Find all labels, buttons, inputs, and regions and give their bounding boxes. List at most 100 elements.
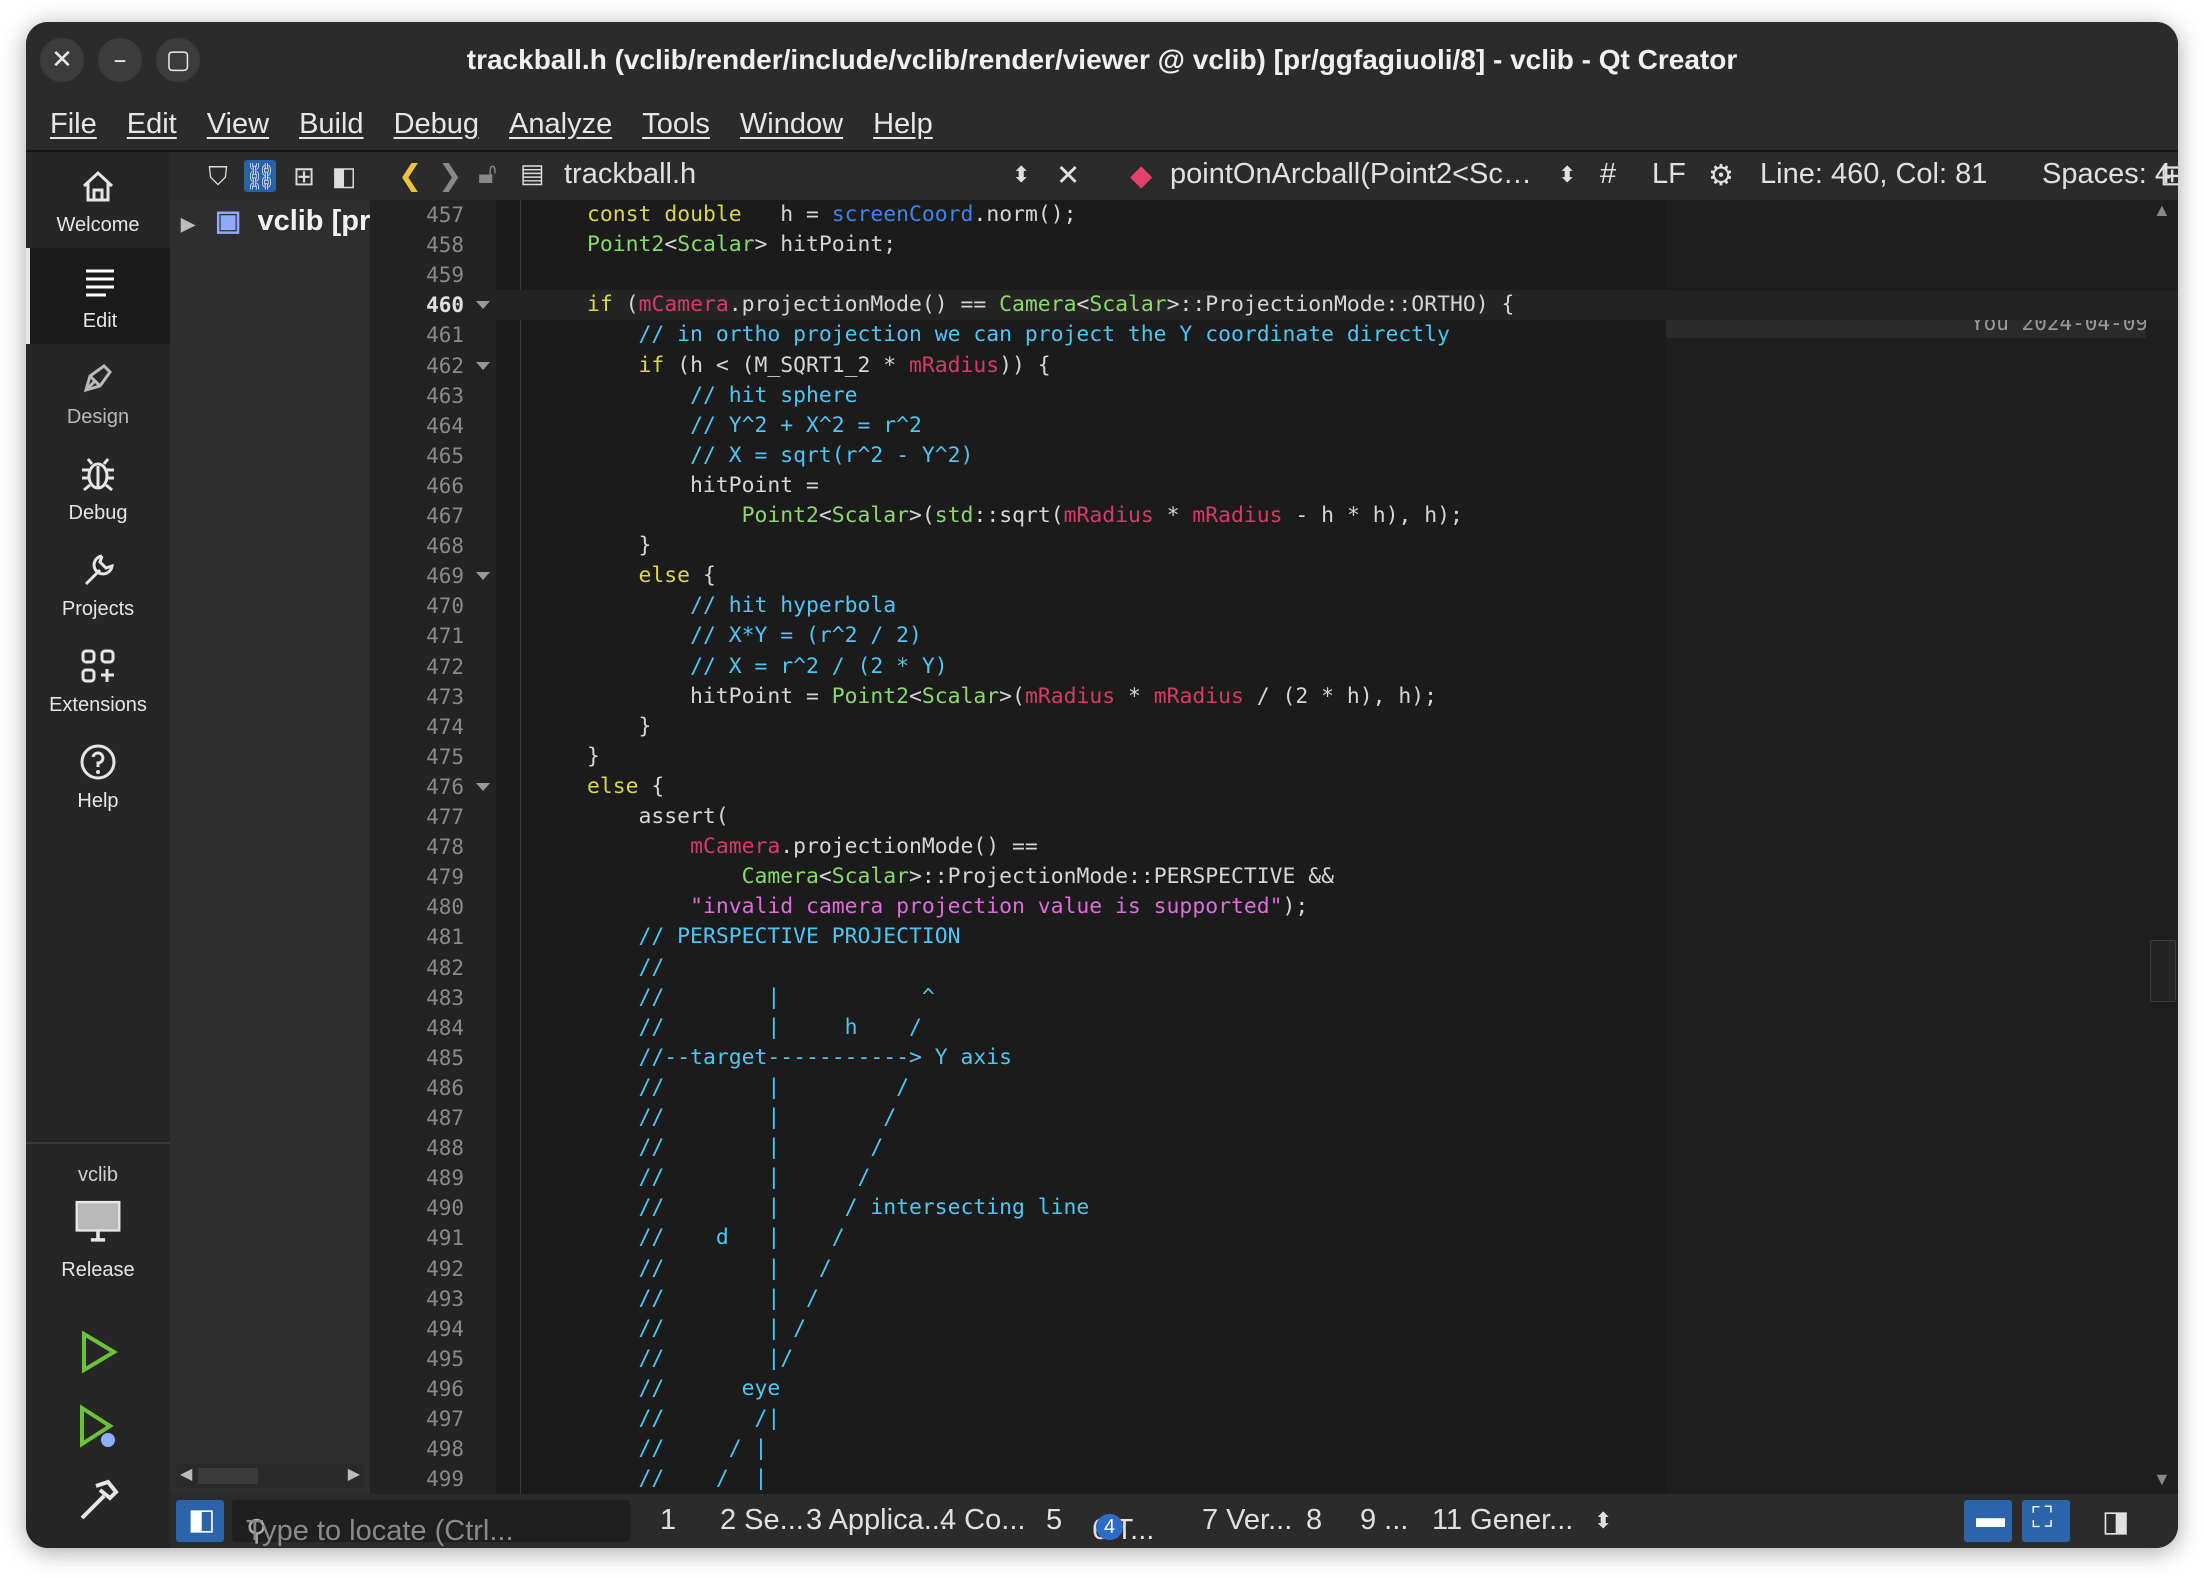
toggle-progress-button[interactable]: ⛶ — [2022, 1500, 2070, 1542]
line-number[interactable]: 494 — [370, 1314, 464, 1344]
line-number[interactable]: 476 — [370, 772, 464, 802]
run-icon[interactable] — [72, 1326, 124, 1378]
mode-edit[interactable]: Edit — [26, 248, 170, 344]
code-line[interactable]: mCamera.projectionMode() == — [484, 832, 1038, 862]
line-number[interactable]: 478 — [370, 832, 464, 862]
code-line[interactable]: } — [484, 712, 652, 742]
debug-run-icon[interactable] — [72, 1402, 124, 1454]
mode-projects[interactable]: Projects — [26, 536, 170, 632]
pane-7[interactable]: 7 Ver... — [1202, 1504, 1292, 1537]
code-line[interactable]: // | / — [484, 1133, 884, 1163]
code-editor[interactable]: const double h = screenCoord.norm(); Poi… — [496, 200, 2178, 1494]
code-line[interactable]: Point2<Scalar>(std::sqrt(mRadius * mRadi… — [484, 501, 1463, 531]
code-line[interactable]: // in ortho projection we can project th… — [484, 320, 1450, 350]
line-number[interactable]: 464 — [370, 411, 464, 441]
line-number[interactable]: 482 — [370, 953, 464, 983]
line-number[interactable]: 479 — [370, 862, 464, 892]
line-number[interactable]: 484 — [370, 1013, 464, 1043]
code-line[interactable]: // | / — [484, 1254, 832, 1284]
pane-8[interactable]: 8 — [1306, 1504, 1322, 1537]
line-number[interactable]: 492 — [370, 1254, 464, 1284]
code-line[interactable]: } — [484, 531, 652, 561]
forward-icon[interactable]: ❯ — [438, 158, 462, 193]
code-line[interactable]: assert( — [484, 802, 729, 832]
code-line[interactable]: Point2<Scalar> hitPoint; — [484, 230, 896, 260]
filter-icon[interactable]: ⛉ — [202, 160, 234, 192]
project-hscrollbar[interactable]: ◀ ▶ — [176, 1464, 364, 1488]
code-line[interactable]: if (h < (M_SQRT1_2 * mRadius)) { — [484, 351, 1051, 381]
pane-3[interactable]: 3 Applica... — [806, 1504, 948, 1537]
line-number[interactable]: 469 — [370, 561, 464, 591]
scroll-down-icon[interactable]: ▼ — [2153, 1469, 2171, 1490]
symbol-selector[interactable]: pointOnArcball(Point2<Sc… — [1170, 158, 1532, 191]
scroll-right-icon[interactable]: ▶ — [348, 1464, 360, 1484]
code-line[interactable]: // X = sqrt(r^2 - Y^2) — [484, 441, 973, 471]
more-panes-chevron-icon[interactable]: ⬍ — [1594, 1508, 1612, 1534]
line-number[interactable]: 496 — [370, 1374, 464, 1404]
code-line[interactable]: // | / — [484, 1073, 909, 1103]
close-sidebar-icon[interactable]: ◧ — [328, 160, 360, 192]
code-line[interactable]: // | h / — [484, 1013, 922, 1043]
file-switch-chevron-icon[interactable]: ⬍ — [1012, 162, 1030, 188]
mode-debug[interactable]: Debug — [26, 440, 170, 536]
line-number[interactable]: 477 — [370, 802, 464, 832]
code-line[interactable]: // hit hyperbola — [484, 591, 896, 621]
code-line[interactable]: // — [484, 953, 665, 983]
code-line[interactable]: // d | / — [484, 1223, 845, 1253]
code-line[interactable]: // Y^2 + X^2 = r^2 — [484, 411, 922, 441]
code-line[interactable]: // X*Y = (r^2 / 2) — [484, 621, 922, 651]
menu-build[interactable]: Build — [299, 108, 364, 141]
toggle-sidebar-button[interactable]: ◧ — [176, 1500, 224, 1542]
line-number[interactable]: 486 — [370, 1073, 464, 1103]
pane-5[interactable]: 5 — [1046, 1504, 1062, 1537]
code-line[interactable]: // / | — [484, 1434, 768, 1464]
line-number[interactable]: 475 — [370, 742, 464, 772]
code-line[interactable]: // |/ — [484, 1344, 794, 1374]
code-line[interactable]: Camera<Scalar>::ProjectionMode::PERSPECT… — [484, 862, 1334, 892]
line-number[interactable]: 493 — [370, 1284, 464, 1314]
code-line[interactable]: else { — [484, 772, 664, 802]
right-sidebar-icon[interactable]: ◨ — [2102, 1504, 2129, 1539]
pane-1[interactable]: 1 — [660, 1504, 676, 1537]
mode-design[interactable]: Design — [26, 344, 170, 440]
code-line[interactable]: if (mCamera.projectionMode() == Camera<S… — [484, 290, 1514, 320]
menu-file[interactable]: File — [50, 108, 97, 141]
line-number[interactable]: 467 — [370, 501, 464, 531]
code-line[interactable]: // | ^ — [484, 983, 935, 1013]
code-line[interactable]: // | / — [484, 1103, 897, 1133]
code-line[interactable]: // hit sphere — [484, 381, 857, 411]
line-number[interactable]: 468 — [370, 531, 464, 561]
pane-9[interactable]: 9 ... — [1360, 1504, 1408, 1537]
pane-11[interactable]: 11 Gener... — [1432, 1504, 1573, 1537]
line-number[interactable]: 491 — [370, 1223, 464, 1253]
sync-link-icon[interactable]: ⛓ — [244, 160, 277, 192]
close-document-icon[interactable]: ✕ — [1056, 158, 1080, 193]
line-number[interactable]: 485 — [370, 1043, 464, 1073]
menu-debug[interactable]: Debug — [394, 108, 479, 141]
line-number[interactable]: 480 — [370, 892, 464, 922]
project-hscroll-thumb[interactable] — [198, 1468, 258, 1484]
line-number[interactable]: 499 — [370, 1464, 464, 1494]
line-number[interactable]: 462 — [370, 351, 464, 381]
line-number[interactable]: 457 — [370, 200, 464, 230]
code-line[interactable]: } — [484, 742, 600, 772]
code-line[interactable]: // | / — [484, 1314, 806, 1344]
build-hammer-icon[interactable] — [72, 1474, 124, 1526]
hash-indicator[interactable]: # — [1600, 158, 1616, 191]
code-line[interactable]: // eye — [484, 1374, 781, 1404]
code-line[interactable]: "invalid camera projection value is supp… — [484, 892, 1308, 922]
back-icon[interactable]: ❮ — [398, 158, 422, 193]
line-number[interactable]: 489 — [370, 1163, 464, 1193]
line-number[interactable]: 490 — [370, 1193, 464, 1223]
line-number[interactable]: 461 — [370, 320, 464, 350]
line-number[interactable]: 481 — [370, 922, 464, 952]
symbol-switch-chevron-icon[interactable]: ⬍ — [1558, 162, 1576, 188]
line-number[interactable]: 495 — [370, 1344, 464, 1374]
scroll-left-icon[interactable]: ◀ — [180, 1464, 192, 1484]
code-line[interactable]: else { — [484, 561, 716, 591]
pane-2[interactable]: 2 Se... — [720, 1504, 804, 1537]
menu-window[interactable]: Window — [740, 108, 843, 141]
locator-input[interactable]: ⚲ Type to locate (Ctrl... — [232, 1500, 630, 1547]
line-number[interactable]: 488 — [370, 1133, 464, 1163]
code-line[interactable]: // | / — [484, 1163, 871, 1193]
